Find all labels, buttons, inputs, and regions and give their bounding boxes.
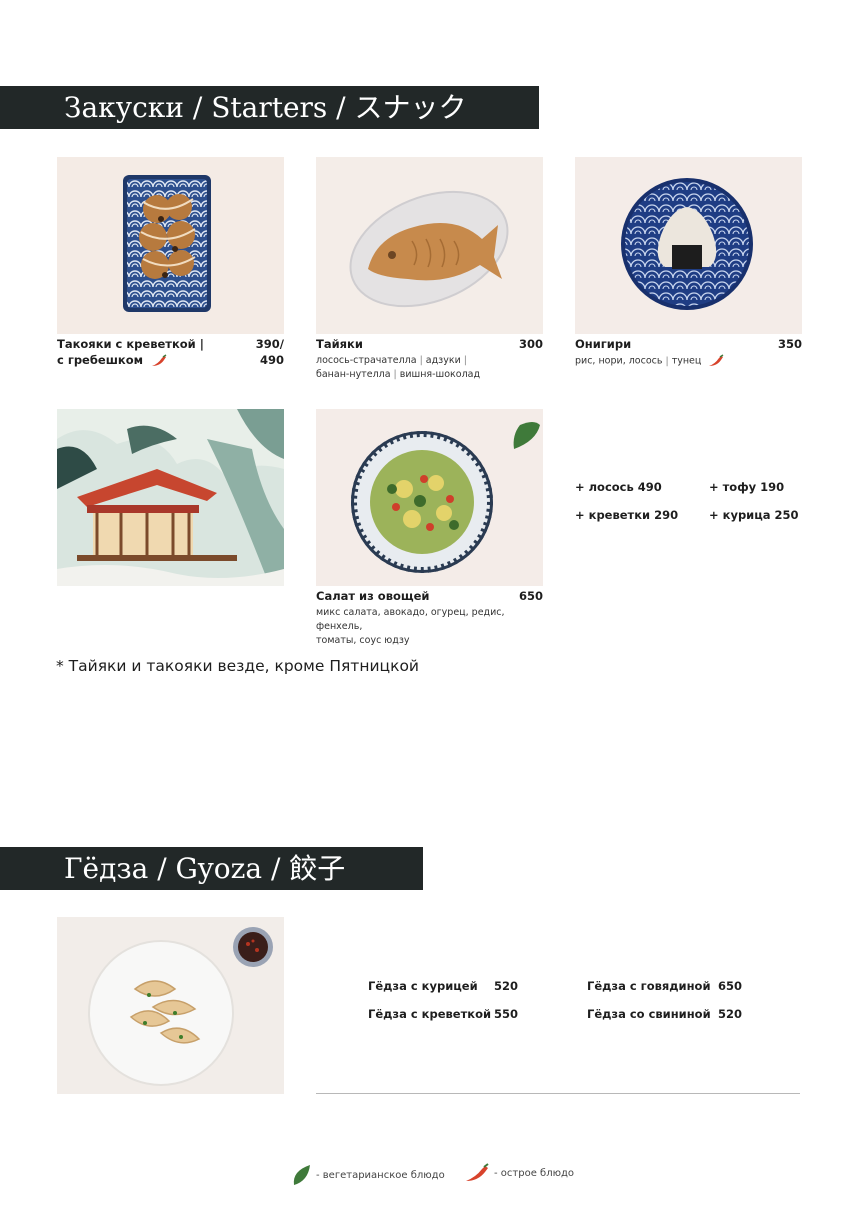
menu-item-onigiri: Онигири 350 рис, нори, лосось | тунец [575, 336, 802, 369]
pagoda-illustration [57, 409, 284, 586]
gyoza-shrimp-price: 550 [494, 1007, 519, 1021]
section-divider [316, 1093, 800, 1094]
item-price: 650 [518, 589, 543, 603]
addon-tofu: + тофу 190 [709, 480, 785, 494]
gyoza-beef-price: 650 [718, 979, 743, 993]
item-name: Тайяки [316, 337, 363, 351]
item-price: 350 [777, 337, 802, 351]
gyoza-beef-name: Гёдза с говядиной [587, 979, 711, 993]
menu-item-taiyaki: Тайяки 300 лосось-страчателла | адзуки | ба… [316, 336, 543, 382]
gyoza-chicken-price: 520 [494, 979, 519, 993]
legend-vegetarian-label: - вегетарианское блюдо [316, 1169, 445, 1181]
item-description: лосось-страчателла | адзуки | банан-нутелла… [316, 355, 481, 380]
item-name: Такояки с креветкой | с гребешком [57, 337, 204, 367]
item-name: Салат из овощей [316, 589, 430, 603]
item-description: рис, нори, лосось | тунец [575, 354, 802, 369]
menu-item-takoyaki: Такояки с креветкой | с гребешком 390/ 4… [57, 336, 284, 368]
item-description: микс салата, авокадо, огурец, редис, фен… [316, 607, 505, 646]
legend-spicy-label: - острое блюдо [494, 1167, 575, 1179]
taiyaki-photo [316, 157, 543, 334]
gyoza-shrimp-name: Гёдза с креветкой [368, 1007, 492, 1021]
gyoza-pork-price: 520 [718, 1007, 743, 1021]
item-price: 390/ 490 [255, 337, 284, 367]
salad-photo [316, 409, 543, 586]
chili-pepper-icon [466, 1163, 489, 1181]
onigiri-photo [575, 157, 802, 334]
legend-vegetarian: - вегетарианское блюдо [290, 1163, 445, 1187]
gyoza-photo [57, 917, 284, 1094]
addon-shrimp: + креветки 290 [575, 508, 679, 522]
spicy-pepper-icon [152, 353, 167, 366]
availability-note: * Тайяки и такояки везде, кроме Пятницко… [56, 657, 420, 675]
addon-salmon: + лосось 490 [575, 480, 662, 494]
takoyaki-photo [57, 157, 284, 334]
starters-section-title: Закуски / Starters / スナック [0, 86, 539, 129]
spicy-pepper-icon [709, 354, 724, 366]
leaf-icon [293, 1165, 310, 1185]
menu-item-vegetable-salad: Салат из овощей 650 микс салата, авокадо… [316, 588, 543, 648]
gyoza-section-title: Гёдза / Gyoza / 餃子 [0, 847, 423, 890]
gyoza-chicken-name: Гёдза с курицей [368, 979, 478, 993]
item-price: 300 [518, 337, 543, 351]
legend-spicy: - острое блюдо [464, 1163, 574, 1183]
gyoza-pork-name: Гёдза со свининой [587, 1007, 711, 1021]
addon-chicken: + курица 250 [709, 508, 799, 522]
item-name: Онигири [575, 337, 632, 351]
